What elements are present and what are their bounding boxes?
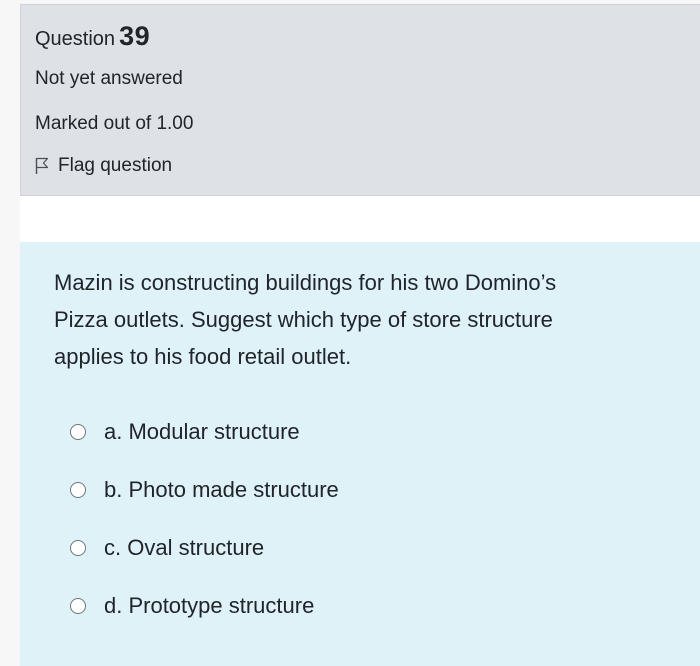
answer-label: b. Photo made structure	[104, 477, 339, 502]
answer-label: d. Prototype structure	[104, 593, 315, 618]
question-number: 39	[119, 21, 151, 51]
question-grade: Marked out of 1.00	[35, 113, 194, 134]
question-title: Question 39	[35, 21, 150, 52]
answer-option-b[interactable]: b. Photo made structure	[70, 477, 339, 503]
answer-option-a[interactable]: a. Modular structure	[70, 419, 300, 445]
radio-button[interactable]	[70, 540, 86, 556]
answer-option-d[interactable]: d. Prototype structure	[70, 593, 314, 619]
answer-label: c. Oval structure	[104, 535, 265, 560]
question-content: Mazin is constructing buildings for his …	[20, 242, 700, 666]
radio-button[interactable]	[70, 598, 86, 614]
question-prefix: Question	[35, 28, 116, 50]
flag-question-link[interactable]: Flag question	[35, 155, 172, 177]
answer-option-c[interactable]: c. Oval structure	[70, 535, 264, 561]
question-info-panel: Question 39 Not yet answered Marked out o…	[20, 4, 700, 196]
flag-icon	[35, 157, 49, 174]
radio-button[interactable]	[70, 482, 86, 498]
radio-button[interactable]	[70, 424, 86, 440]
quiz-page: Question 39 Not yet answered Marked out o…	[0, 0, 700, 666]
question-text: Mazin is constructing buildings for his …	[54, 270, 557, 369]
flag-question-label: Flag question	[58, 155, 173, 176]
question-state: Not yet answered	[35, 68, 183, 89]
answer-label: a. Modular structure	[104, 419, 300, 444]
panel-separator	[20, 196, 700, 242]
